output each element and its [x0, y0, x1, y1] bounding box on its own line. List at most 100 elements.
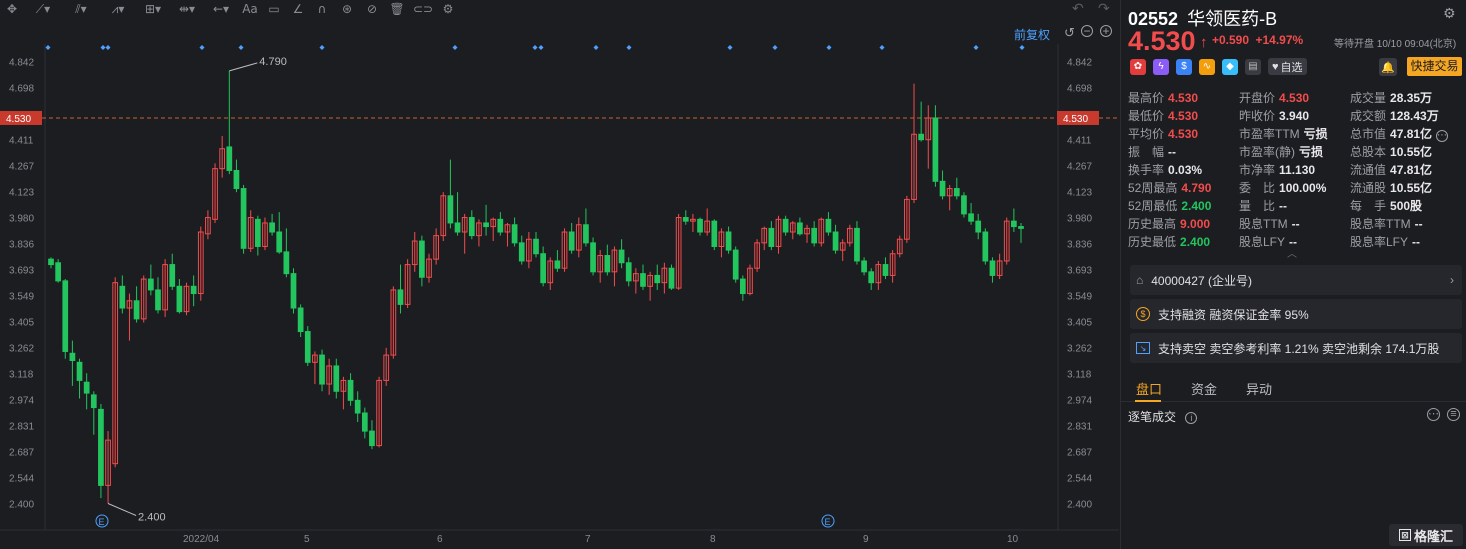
- candle-body: [119, 285, 126, 309]
- stat-label: 历史最高: [1128, 217, 1177, 231]
- current-price-tag-left-bg: [0, 110, 42, 125]
- candle-body: [333, 365, 340, 392]
- reset-icon[interactable]: ↺: [1064, 25, 1075, 41]
- candle-body: [754, 242, 760, 269]
- candle-body: [854, 227, 860, 262]
- range-tool-icon[interactable]: ⇹▾: [170, 0, 204, 18]
- undo-icon[interactable]: ↶: [1072, 0, 1084, 17]
- event-diamond-icon: [626, 45, 632, 50]
- time-tick: 5: [304, 534, 310, 545]
- stat-value: 0.03%: [1168, 163, 1203, 177]
- arrow-tool-icon[interactable]: ←▾: [204, 0, 238, 18]
- candle-body: [896, 238, 903, 255]
- stat-value: 10.55亿: [1390, 145, 1433, 159]
- tab-active-indicator: [1135, 400, 1161, 402]
- candle-body: [725, 231, 732, 251]
- last-price: 4.530: [1128, 26, 1196, 56]
- candle-body: [290, 273, 297, 309]
- price-tick-right: 4.698: [1067, 84, 1092, 95]
- stat-label: 总市值: [1350, 127, 1387, 141]
- event-diamond-icon: [826, 45, 832, 50]
- list-icon[interactable]: ≡: [1447, 408, 1460, 421]
- candle-body: [340, 379, 347, 392]
- candle-body: [383, 354, 390, 381]
- candle-body: [654, 274, 661, 284]
- candle-body: [732, 249, 739, 280]
- watchlist-button[interactable]: ♥ 自选: [1268, 58, 1307, 75]
- stat-label: 市盈率TTM: [1239, 127, 1300, 141]
- comment-icon[interactable]: ▭: [262, 0, 286, 18]
- margin-card: $ 支持融资 融资保证金率 95%: [1130, 299, 1462, 329]
- stat-label: 流通股: [1350, 181, 1387, 195]
- candle-body: [226, 146, 233, 171]
- redo-icon[interactable]: ↷: [1098, 0, 1110, 17]
- link-icon[interactable]: ⊂⊃: [410, 0, 436, 18]
- line-tool-icon[interactable]: ⟋▾: [24, 0, 62, 18]
- tag-icon[interactable]: ◆: [1222, 58, 1238, 75]
- move-icon[interactable]: ✥: [0, 0, 24, 18]
- stat-label: 委 比: [1239, 181, 1276, 195]
- zoom-out-icon[interactable]: −: [1081, 25, 1093, 37]
- collapse-icon[interactable]: ︿: [1287, 245, 1297, 260]
- pattern-tool-icon[interactable]: ⩘▾: [100, 0, 136, 18]
- channel-tool-icon[interactable]: ⫽▾: [62, 0, 100, 18]
- candle-body: [625, 262, 632, 282]
- candle-body: [233, 169, 240, 190]
- tab-movement[interactable]: 异动: [1246, 379, 1272, 398]
- hide-icon[interactable]: ⊘: [360, 0, 384, 18]
- dollar-icon[interactable]: $: [1176, 58, 1192, 75]
- zoom-in-icon[interactable]: +: [1100, 25, 1112, 37]
- candle-body: [98, 408, 104, 486]
- trend-icon[interactable]: ∿: [1199, 58, 1215, 75]
- pen-icon[interactable]: ∠: [286, 0, 310, 18]
- stat-4-1: 市净率 11.130: [1239, 161, 1315, 179]
- stat-label: 最低价: [1128, 109, 1165, 123]
- flash-icon[interactable]: ϟ: [1153, 58, 1169, 75]
- enterprise-card[interactable]: ⌂ 40000427 (企业号) ›: [1130, 265, 1462, 295]
- candle-body: [975, 220, 982, 233]
- candle-body: [554, 260, 561, 269]
- stat-1-2: 成交额 128.43万: [1350, 107, 1439, 125]
- candle-body: [190, 285, 197, 295]
- more-info-icon[interactable]: ⋯: [1436, 130, 1449, 142]
- tab-order-book[interactable]: 盘口: [1136, 379, 1162, 398]
- candle-body: [433, 235, 440, 260]
- stat-label: 股息LFY: [1239, 235, 1286, 249]
- enterprise-label: 40000427 (企业号): [1151, 273, 1252, 288]
- candle-body: [789, 222, 796, 233]
- settings-icon[interactable]: ⚙: [1443, 5, 1456, 22]
- candle-body: [319, 354, 325, 385]
- bell-icon[interactable]: 🔔: [1379, 58, 1397, 76]
- price-tick-left: 4.411: [9, 136, 34, 147]
- info-icon[interactable]: i: [1185, 412, 1198, 424]
- event-diamond-icon: [772, 45, 778, 50]
- text-tool-icon[interactable]: Aa: [238, 0, 262, 18]
- kline-chart-panel[interactable]: ✥ ⟋▾ ⫽▾ ⩘▾ ⊞▾ ⇹▾ ←▾ Aa ▭ ∠ ∩ ⊛ ⊘ 🗑 ⊂⊃ ⚙ …: [0, 0, 1119, 549]
- magnet-icon[interactable]: ∩: [310, 0, 334, 18]
- event-e-icon-label: E: [99, 517, 105, 527]
- candle-body: [1018, 226, 1024, 229]
- more-icon[interactable]: ⋯: [1427, 408, 1440, 421]
- candle-body: [354, 399, 361, 414]
- quick-trade-button[interactable]: 快捷交易: [1407, 57, 1462, 76]
- event-diamond-icon: [879, 45, 885, 50]
- price-change-pct: +14.97%: [1255, 33, 1304, 47]
- event-diamond-icon: [199, 45, 205, 50]
- chevron-right-icon: ›: [1450, 273, 1454, 287]
- visibility-icon[interactable]: ⊛: [334, 0, 360, 18]
- candle-body: [411, 240, 418, 266]
- candlestick-chart[interactable]: 4.842 4.842 4.698 4.698 4.411 4.411 4.267 4.267…: [0, 0, 1119, 549]
- note-icon[interactable]: ▤: [1245, 58, 1261, 75]
- candle-body: [212, 168, 218, 220]
- tab-funds[interactable]: 资金: [1191, 379, 1217, 398]
- candle-body: [882, 264, 889, 276]
- candle-body: [675, 217, 682, 289]
- candle-body: [219, 148, 226, 170]
- measure-tool-icon[interactable]: ⊞▾: [136, 0, 170, 18]
- trash-icon[interactable]: 🗑: [384, 0, 410, 18]
- candle-body: [426, 258, 432, 278]
- adjust-label[interactable]: 前复权: [1014, 26, 1050, 43]
- stat-6-0: 52周最低 2.400: [1128, 197, 1211, 215]
- stat-5-1: 委 比 100.00%: [1239, 179, 1326, 197]
- settings-icon[interactable]: ⚙: [436, 0, 460, 18]
